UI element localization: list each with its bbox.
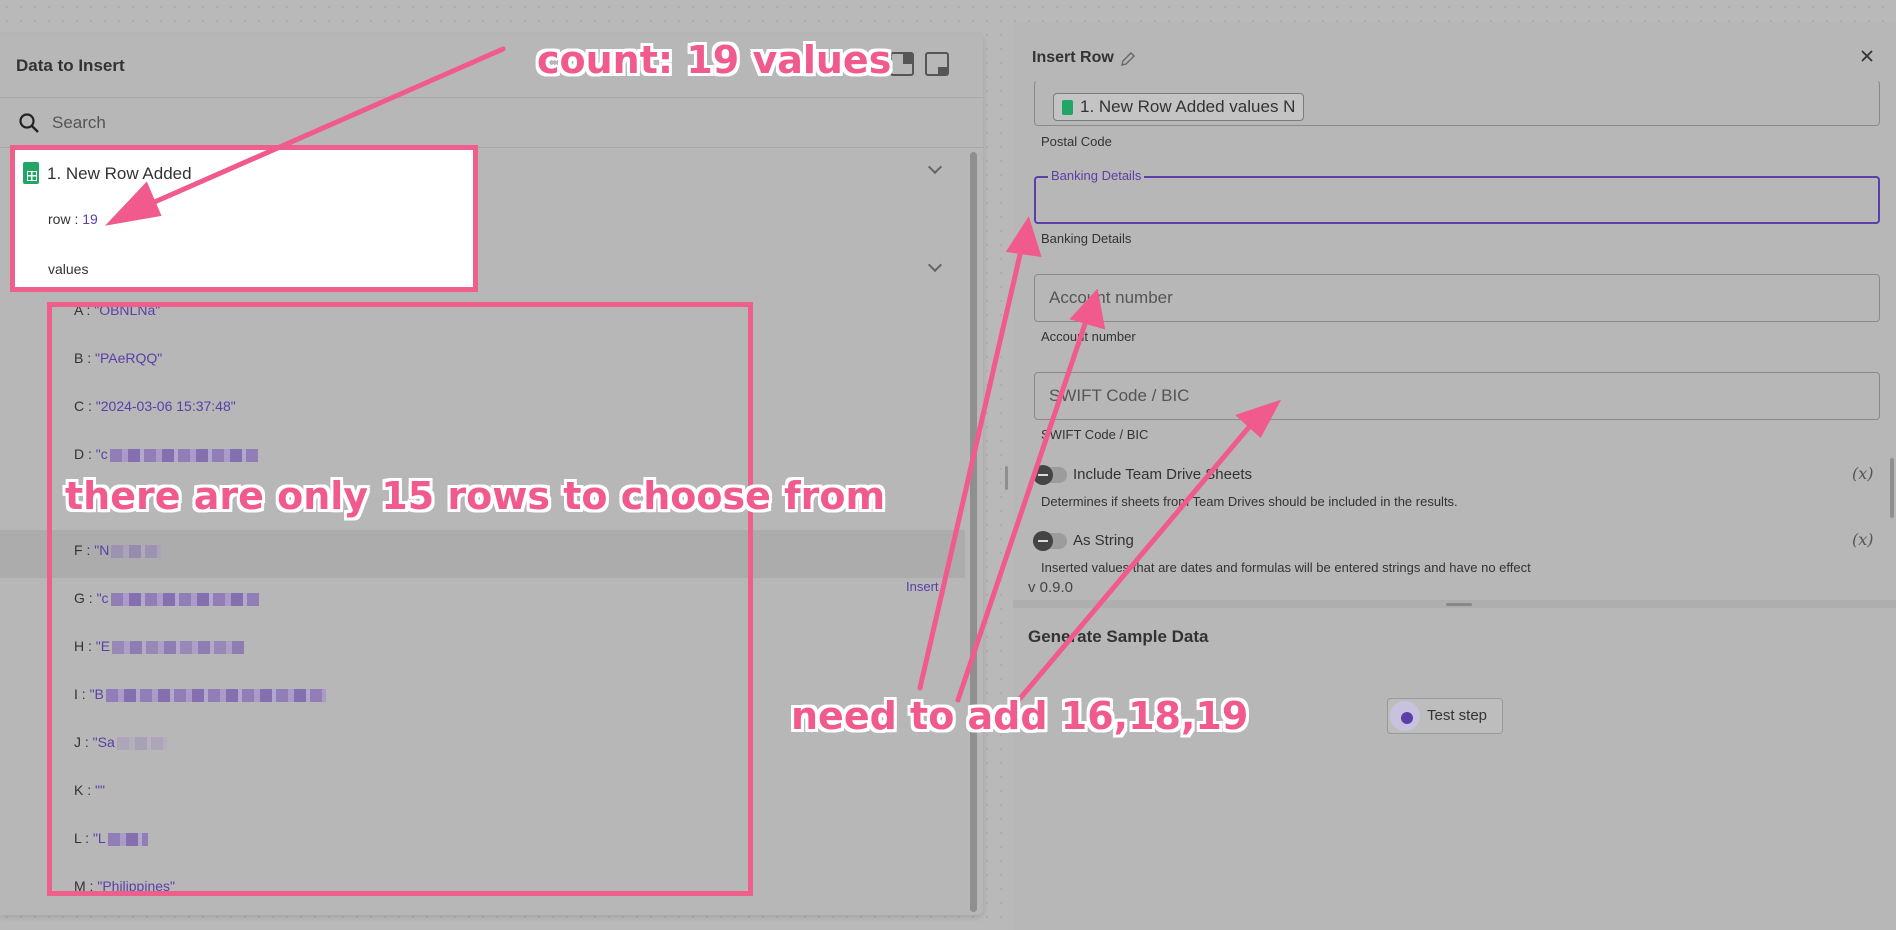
google-sheets-icon: [1062, 100, 1073, 115]
search-bar: [0, 98, 983, 148]
variable-icon[interactable]: (x): [1852, 530, 1874, 549]
account-number-field[interactable]: Account number: [1034, 274, 1880, 322]
team-drive-toggle[interactable]: [1033, 465, 1067, 485]
version-label: v 0.9.0: [1028, 579, 1074, 596]
panel-divider[interactable]: [1013, 600, 1896, 608]
dock-bottom-icon[interactable]: [925, 52, 949, 76]
field-placeholder: Account number: [1049, 288, 1173, 307]
search-icon: [19, 113, 39, 133]
insert-row-panel: Insert Row 1. New Row Added values N Pos…: [1013, 22, 1896, 930]
variable-icon[interactable]: (x): [1852, 464, 1874, 483]
annotation-count-note: count: 19 values: [537, 38, 892, 82]
data-chip[interactable]: 1. New Row Added values N: [1053, 93, 1305, 121]
scrollbar[interactable]: [970, 152, 977, 912]
field-placeholder: SWIFT Code / BIC: [1049, 386, 1190, 405]
annotation-add-note: need to add 16,18,19: [791, 694, 1249, 738]
field-label: Banking Details: [1048, 168, 1145, 183]
field-caption: Banking Details: [1041, 231, 1132, 246]
dock-right-icon[interactable]: [890, 52, 914, 76]
row-item[interactable]: row : 19: [48, 211, 98, 227]
scrollbar[interactable]: [1890, 458, 1894, 518]
annotation-rows-note: there are only 15 rows to choose from: [65, 474, 886, 518]
swift-code-field[interactable]: SWIFT Code / BIC: [1034, 372, 1880, 420]
test-step-button[interactable]: Test step: [1387, 698, 1503, 734]
toggle-description: Determines if sheets from Team Drives sh…: [1041, 494, 1458, 509]
chevron-down-icon[interactable]: [927, 159, 943, 175]
toggle-label: As String: [1073, 532, 1134, 549]
as-string-toggle[interactable]: [1033, 531, 1067, 551]
step-title[interactable]: 1. New Row Added: [47, 164, 192, 184]
google-sheets-icon: [23, 162, 39, 184]
values-item[interactable]: values: [48, 261, 88, 277]
field-caption: Account number: [1041, 329, 1136, 344]
close-icon[interactable]: [1858, 47, 1876, 65]
radio-dot-icon: [1401, 712, 1413, 724]
highlighted-step-box: 1. New Row Added row : 19 values: [10, 145, 478, 292]
values-highlight-frame: [47, 302, 753, 896]
section-title: Generate Sample Data: [1028, 627, 1209, 646]
toggle-description: Inserted values that are dates and formu…: [1041, 560, 1531, 575]
panel-title: Data to Insert: [16, 56, 125, 75]
toggle-label: Include Team Drive Sheets: [1073, 466, 1252, 483]
field-caption: Postal Code: [1041, 134, 1112, 149]
search-input[interactable]: [52, 108, 752, 138]
insert-link[interactable]: Insert: [906, 579, 939, 594]
panel-title: Insert Row: [1032, 49, 1114, 66]
field-caption: SWIFT Code / BIC: [1041, 427, 1149, 442]
pencil-icon[interactable]: [1120, 51, 1136, 67]
postal-code-field[interactable]: 1. New Row Added values N: [1034, 80, 1880, 126]
chevron-down-icon[interactable]: [927, 257, 943, 273]
resize-handle[interactable]: [1005, 466, 1008, 490]
banking-details-field[interactable]: Banking Details: [1034, 168, 1880, 224]
